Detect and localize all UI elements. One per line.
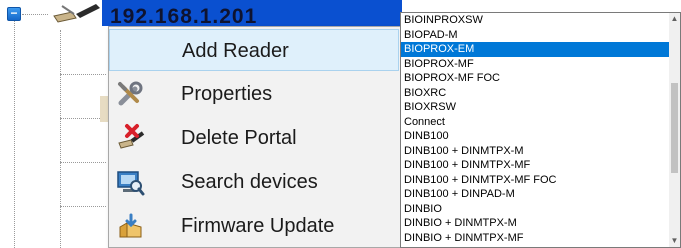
menu-item-label: Delete Portal xyxy=(181,127,297,149)
list-item[interactable]: DINB100 + DINMTPX-MF xyxy=(401,158,673,173)
portal-node-icon xyxy=(53,4,100,23)
list-item[interactable]: BIOXRSW xyxy=(401,100,673,115)
dropdown-scrollbar[interactable]: ▲ ▼ xyxy=(669,13,680,247)
tree-connector xyxy=(22,14,48,15)
list-item[interactable]: DINBIO + DINMTPX-MF xyxy=(401,231,673,246)
list-item[interactable]: DINB100 + DINMTPX-MF FOC xyxy=(401,173,673,188)
tree-connector xyxy=(60,162,106,163)
menu-item-add-reader[interactable]: Add Reader xyxy=(109,29,399,71)
menu-item-label: Properties xyxy=(181,83,273,105)
scrollbar-thumb[interactable] xyxy=(671,83,678,173)
menu-item-search-devices[interactable]: Search devices xyxy=(109,161,399,203)
menu-item-label: Search devices xyxy=(181,171,318,193)
menu-item-firmware-update[interactable]: Firmware Update xyxy=(109,205,399,247)
menu-item-label: Firmware Update xyxy=(181,215,335,237)
delete-portal-icon xyxy=(118,124,145,149)
tree-connector xyxy=(60,30,61,248)
list-item[interactable]: BIOXRC xyxy=(401,86,673,101)
firmware-update-icon xyxy=(119,213,142,238)
context-menu: Add Reader Properties Delete Portal Sear… xyxy=(108,26,408,248)
tree-connector xyxy=(14,18,15,248)
scroll-up-arrow-icon[interactable]: ▲ xyxy=(669,13,680,25)
list-item[interactable]: BIOPAD-M xyxy=(401,28,673,43)
menu-item-label: Add Reader xyxy=(182,40,289,62)
list-item[interactable]: BIOPROX-MF xyxy=(401,57,673,72)
list-item[interactable]: DINBIO + DINMTPX-M xyxy=(401,216,673,231)
list-item-selected[interactable]: BIOPROX-EM xyxy=(401,42,673,57)
tree-connector xyxy=(60,74,106,75)
collapse-toggle-icon[interactable]: − xyxy=(7,7,21,21)
reader-type-dropdown[interactable]: BIOINPROXSW BIOPAD-M BIOPROX-EM BIOPROX-… xyxy=(400,12,681,248)
list-item[interactable]: DINB100 + DINMTPX-M xyxy=(401,144,673,159)
menu-item-delete-portal[interactable]: Delete Portal xyxy=(109,117,399,159)
menu-item-properties[interactable]: Properties xyxy=(109,73,399,115)
list-item[interactable]: DINBIO xyxy=(401,202,673,217)
tree-node-ip[interactable]: 192.168.1.201 xyxy=(102,0,402,26)
list-item[interactable]: BIOINPROXSW xyxy=(401,13,673,28)
tools-icon xyxy=(118,81,143,106)
list-item[interactable]: Connect xyxy=(401,115,673,130)
list-item[interactable]: DINB100 xyxy=(401,129,673,144)
list-item[interactable]: DINB100 + DINPAD-M xyxy=(401,187,673,202)
search-devices-icon xyxy=(117,171,145,196)
reader-type-list: BIOINPROXSW BIOPAD-M BIOPROX-EM BIOPROX-… xyxy=(401,13,673,245)
list-item[interactable]: BIOPROX-MF FOC xyxy=(401,71,673,86)
tree-connector xyxy=(60,206,106,207)
scroll-down-arrow-icon[interactable]: ▼ xyxy=(669,235,680,247)
